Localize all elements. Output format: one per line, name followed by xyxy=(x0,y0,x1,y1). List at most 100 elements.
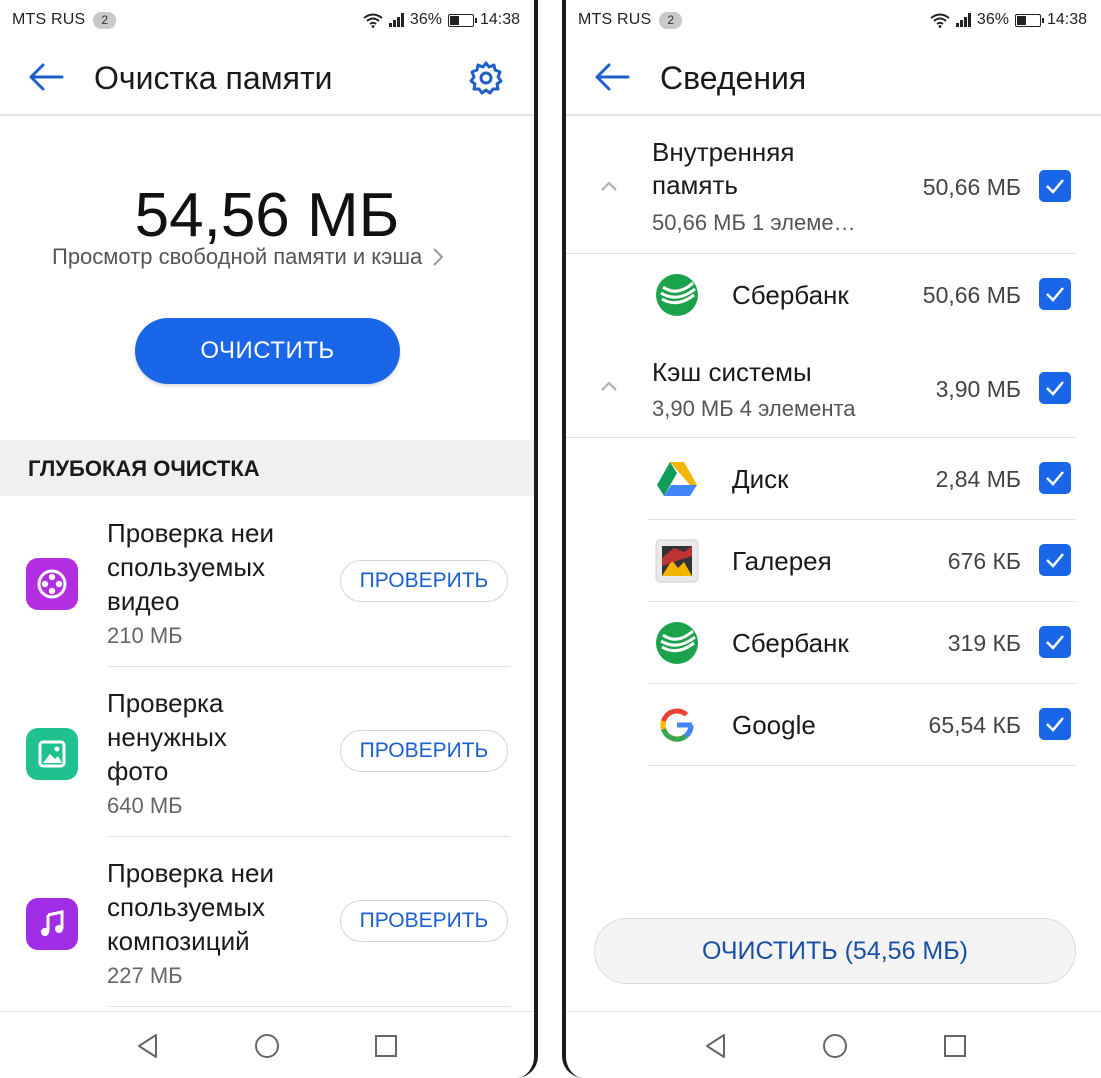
sim-badge: 2 xyxy=(93,11,117,29)
chevron-up-icon[interactable] xyxy=(600,380,618,392)
list-item[interactable]: Сбербанк 50,66 МБ xyxy=(566,254,1101,336)
item-checkbox[interactable] xyxy=(1039,544,1071,576)
group-title-line: Внутренняя xyxy=(652,137,795,167)
checkmark-icon xyxy=(1046,471,1064,486)
checkmark-icon xyxy=(1046,179,1064,194)
carrier-name: MTS RUS xyxy=(12,11,86,28)
page-title: Очистка памяти xyxy=(94,60,333,96)
group-internal-memory[interactable]: Внутренняя память 50,66 МБ 1 элеме… 50,6… xyxy=(566,136,1101,254)
status-bar: MTS RUS 2 36% 14:38 xyxy=(0,0,534,40)
item-line: Проверка xyxy=(107,688,224,718)
freeable-size: 54,56 МБ xyxy=(134,181,400,250)
sberbank-icon xyxy=(654,620,700,666)
group-system-cache[interactable]: Кэш системы 3,90 МБ 4 элемента 3,90 МБ xyxy=(566,354,1101,438)
item-checkbox[interactable] xyxy=(1039,278,1071,310)
item-checkbox[interactable] xyxy=(1039,462,1071,494)
nav-home-icon[interactable] xyxy=(821,1032,849,1060)
battery-icon xyxy=(447,13,477,27)
item-description: Проверка ненужных фото 640 МБ xyxy=(107,686,337,820)
status-icons: 36% 14:38 xyxy=(930,11,1087,29)
battery-percent: 36% xyxy=(409,11,442,28)
app-bar: Сведения xyxy=(566,40,1101,116)
item-line: фото xyxy=(107,756,169,786)
clock: 14:38 xyxy=(479,11,520,28)
checkmark-icon xyxy=(1046,381,1064,396)
checkmark-icon xyxy=(1046,717,1064,732)
nav-recents-icon[interactable] xyxy=(941,1032,969,1060)
check-photos-button[interactable]: ПРОВЕРИТЬ xyxy=(340,730,508,772)
page-title: Сведения xyxy=(660,60,807,96)
list-item[interactable]: Google 65,54 КБ xyxy=(566,684,1101,766)
app-size: 65,54 КБ xyxy=(928,712,1021,738)
chevron-right-icon xyxy=(433,248,444,266)
google-drive-icon xyxy=(654,456,700,502)
group-checkbox[interactable] xyxy=(1039,170,1071,202)
video-reel-icon xyxy=(26,558,78,610)
screen-gap xyxy=(538,0,562,1078)
item-line: спользуемых xyxy=(107,552,266,582)
sberbank-icon xyxy=(654,272,700,318)
clean-all-button[interactable]: ОЧИСТИТЬ (54,56 МБ) xyxy=(594,918,1076,984)
item-line: Проверка неи xyxy=(107,518,275,548)
wifi-icon xyxy=(363,13,384,28)
group-checkbox[interactable] xyxy=(1039,372,1071,404)
app-name: Сбербанк xyxy=(732,280,849,310)
list-item[interactable]: Сбербанк 319 КБ xyxy=(566,602,1101,684)
view-memory-label: Просмотр свободной памяти и кэша xyxy=(52,244,423,269)
group-title: Кэш системы xyxy=(652,356,812,389)
navigation-bar xyxy=(0,1011,534,1078)
nav-back-icon[interactable] xyxy=(134,1032,162,1060)
chevron-up-icon[interactable] xyxy=(600,180,618,192)
back-arrow-icon[interactable] xyxy=(28,62,64,92)
nav-home-icon[interactable] xyxy=(253,1032,281,1060)
photo-icon xyxy=(26,728,78,780)
settings-gear-icon[interactable] xyxy=(468,60,504,96)
app-size: 2,84 МБ xyxy=(935,466,1021,492)
app-size: 676 КБ xyxy=(947,548,1021,574)
item-description: Проверка неи спользуемых видео 210 МБ xyxy=(107,516,337,650)
item-size: 227 МБ xyxy=(107,963,183,988)
clean-button[interactable]: ОЧИСТИТЬ xyxy=(135,318,400,384)
group-subtitle: 3,90 МБ 4 элемента xyxy=(652,396,856,421)
google-icon xyxy=(654,702,700,748)
deep-clean-header: ГЛУБОКАЯ ОЧИСТКА xyxy=(0,440,534,496)
list-item[interactable]: Галерея 676 КБ xyxy=(566,520,1101,602)
check-videos-button[interactable]: ПРОВЕРИТЬ xyxy=(340,560,508,602)
checkmark-icon xyxy=(1046,553,1064,568)
signal-icon xyxy=(389,13,404,27)
check-music-button[interactable]: ПРОВЕРИТЬ xyxy=(340,900,508,942)
item-checkbox[interactable] xyxy=(1039,626,1071,658)
checkmark-icon xyxy=(1046,287,1064,302)
item-description: Проверка неи спользуемых композиций 227 … xyxy=(107,856,337,990)
app-name: Галерея xyxy=(732,546,832,576)
item-line: спользуемых xyxy=(107,892,266,922)
item-size: 640 МБ xyxy=(107,793,183,818)
app-name: Сбербанк xyxy=(732,628,849,658)
section-title: ГЛУБОКАЯ ОЧИСТКА xyxy=(28,456,260,481)
group-title-line: память xyxy=(652,170,738,200)
view-memory-link[interactable]: Просмотр свободной памяти и кэша xyxy=(52,244,444,270)
app-size: 319 КБ xyxy=(947,630,1021,656)
group-subtitle: 50,66 МБ 1 элеме… xyxy=(652,210,856,235)
nav-back-icon[interactable] xyxy=(702,1032,730,1060)
gallery-icon xyxy=(654,538,700,584)
item-checkbox[interactable] xyxy=(1039,708,1071,740)
divider xyxy=(648,765,1076,766)
group-title-line: Кэш системы xyxy=(652,357,812,387)
item-line: композиций xyxy=(107,926,250,956)
clock: 14:38 xyxy=(1046,11,1087,28)
back-arrow-icon[interactable] xyxy=(594,62,630,92)
music-note-icon xyxy=(26,898,78,950)
app-size: 50,66 МБ xyxy=(922,282,1021,308)
battery-percent: 36% xyxy=(976,11,1009,28)
app-name: Диск xyxy=(732,464,789,494)
divider xyxy=(107,836,510,837)
group-title: Внутренняя память xyxy=(652,136,794,202)
divider xyxy=(107,1006,510,1007)
nav-recents-icon[interactable] xyxy=(372,1032,400,1060)
item-size: 210 МБ xyxy=(107,623,183,648)
divider xyxy=(107,666,510,667)
app-bar: Очистка памяти xyxy=(0,40,534,116)
list-item[interactable]: Диск 2,84 МБ xyxy=(566,438,1101,520)
app-name: Google xyxy=(732,710,816,740)
